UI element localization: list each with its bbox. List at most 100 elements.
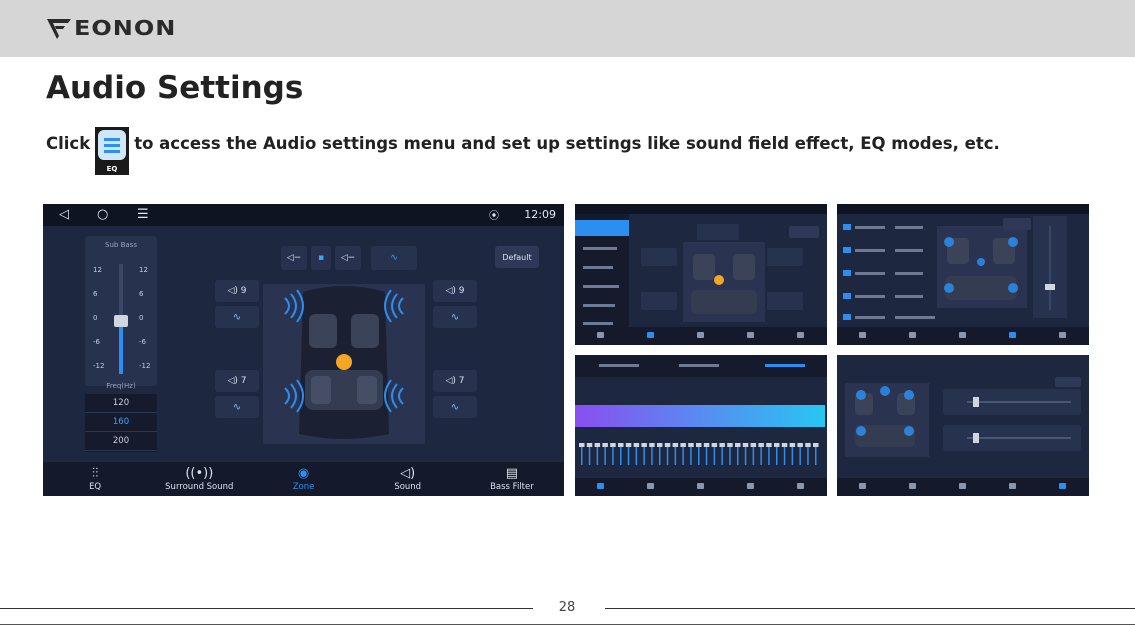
eq-band-knob[interactable] — [805, 443, 811, 447]
zone-top-controls: ◁− ▪ ◁− ∿ — [281, 246, 417, 270]
audio-nav-bar: ⫶⫶ EQ ((•)) Surround Sound ◉ Zone ◁) Sou… — [43, 462, 564, 496]
eq-band-knob[interactable] — [727, 443, 733, 447]
eq-band-knob[interactable] — [797, 443, 803, 447]
eq-band-knob[interactable] — [758, 443, 764, 447]
sub-bass-panel: Sub Bass 12 6 0 -6 -12 12 6 0 -6 -12 — [85, 236, 157, 386]
curve-icon[interactable]: ∿ — [371, 246, 417, 270]
eq-band-knob[interactable] — [633, 443, 640, 447]
thumb-nav-bar — [837, 327, 1089, 345]
listening-position-dot[interactable] — [336, 354, 352, 370]
wave-icon[interactable]: ∿ — [215, 396, 259, 418]
brand-logo: EONON — [46, 14, 176, 42]
eq-band-knob[interactable] — [602, 443, 608, 447]
nav-item-eq[interactable]: ⫶⫶ EQ — [43, 462, 147, 496]
eq-band-knob[interactable] — [719, 443, 725, 447]
speaker-rr-value: 7 — [458, 376, 465, 386]
thumbnail-eq-settings — [575, 355, 827, 496]
eq-app-icon[interactable]: EQ — [95, 127, 130, 175]
nav-item-surround[interactable]: ((•)) Surround Sound — [147, 462, 251, 496]
freq-label: Freq(Hz) — [106, 382, 136, 390]
eq-band-knob[interactable] — [774, 443, 780, 447]
eq-band-knob[interactable] — [711, 443, 718, 447]
default-button[interactable]: Default — [495, 246, 539, 268]
nav-item-sound[interactable]: ◁) Sound — [356, 462, 460, 496]
eq-band-knob[interactable] — [664, 443, 671, 447]
speaker-rr-level[interactable]: ◁) 7 — [433, 370, 477, 392]
instruction-text: Click EQ to access the Audio settings me… — [46, 119, 1000, 175]
bluetooth-icon: ⦿ — [489, 211, 499, 222]
eq-band-knob[interactable] — [750, 443, 757, 447]
eq-band-knob[interactable] — [766, 443, 772, 447]
speaker-rear-left[interactable]: ◁) 7 ∿ — [215, 370, 259, 422]
eq-band-knob[interactable] — [586, 443, 593, 447]
speaker-fl-level[interactable]: ◁) 9 — [215, 280, 259, 302]
thumbnail-bass-filter — [837, 355, 1089, 496]
surround-thumb-content — [575, 214, 819, 327]
eq-band-knob[interactable] — [742, 443, 749, 447]
freq-option-selected[interactable]: 160 — [85, 413, 157, 432]
eq-band-knob[interactable] — [688, 443, 694, 447]
brand-name: EONON — [74, 16, 177, 40]
eq-band-knob[interactable] — [703, 443, 710, 447]
speaker-icon: ◁) — [227, 286, 241, 296]
eq-band-knob[interactable] — [781, 443, 788, 447]
thumb-nav-bar — [837, 478, 1089, 496]
eq-band-knob[interactable] — [657, 443, 663, 447]
freq-option[interactable]: 120 — [85, 394, 157, 413]
mute-toggle[interactable]: ▪ — [311, 246, 331, 270]
eq-band-knob[interactable] — [594, 443, 601, 447]
fader-knob[interactable] — [114, 315, 128, 328]
car-cabin-image[interactable] — [263, 284, 425, 444]
home-icon[interactable]: ○ — [97, 207, 108, 222]
equalizer-icon: ⫶⫶ — [91, 466, 99, 481]
nav-item-zone[interactable]: ◉ Zone — [251, 462, 355, 496]
eq-band-knob[interactable] — [579, 443, 585, 447]
eq-band-knob[interactable] — [618, 443, 624, 447]
speaker-front-right[interactable]: ◁) 9 ∿ — [433, 280, 477, 332]
eq-band-knob[interactable] — [789, 443, 796, 447]
scale-right-4: -12 — [139, 362, 151, 370]
thumbnail-surround-sound — [575, 204, 827, 345]
thumb-nav-bar — [575, 327, 827, 345]
freq-list[interactable]: 120 160 200 — [85, 394, 157, 452]
wave-icon[interactable]: ∿ — [433, 396, 477, 418]
footer-line-left — [0, 608, 533, 609]
zone-target-icon: ◉ — [297, 466, 310, 481]
bass-filter-thumb-content — [845, 377, 1081, 457]
speaker-icon: ◁) — [400, 466, 416, 481]
eq-band-knob[interactable] — [672, 443, 679, 447]
zone-settings-screen: ◁ ○ ☰ ⦿ 12:09 Sub Bass 12 6 0 -6 -12 12 … — [43, 204, 564, 496]
scale-left-4: -12 — [93, 362, 105, 370]
eq-band-knob[interactable] — [735, 443, 741, 447]
volume-minus-icon[interactable]: ◁− — [335, 246, 361, 270]
sound-thumb-content — [843, 216, 1067, 320]
nav-item-bass-filter[interactable]: ▤ Bass Filter — [460, 462, 564, 496]
eq-band-knob[interactable] — [813, 443, 819, 447]
scale-left-3: -6 — [93, 338, 100, 346]
eq-band-knob[interactable] — [649, 443, 655, 447]
freq-option[interactable]: 200 — [85, 432, 157, 451]
speaker-rl-value: 7 — [240, 376, 247, 386]
speaker-front-left[interactable]: ◁) 9 ∿ — [215, 280, 259, 332]
eq-band-knob[interactable] — [625, 443, 632, 447]
back-icon[interactable]: ◁ — [59, 207, 69, 222]
bass-filter-icon: ▤ — [505, 466, 519, 481]
scale-right-0: 12 — [139, 266, 148, 274]
speaker-icon: ◁) — [445, 286, 459, 296]
clock: 12:09 — [524, 208, 556, 221]
eq-band-knob[interactable] — [641, 443, 647, 447]
eq-band-sliders[interactable] — [579, 443, 819, 465]
wave-icon[interactable]: ∿ — [433, 306, 477, 328]
eq-band-knob[interactable] — [696, 443, 702, 447]
speaker-fr-level[interactable]: ◁) 9 — [433, 280, 477, 302]
nav-label: EQ — [89, 482, 102, 492]
volume-down-icon[interactable]: ◁− — [281, 246, 307, 270]
wave-icon[interactable]: ∿ — [215, 306, 259, 328]
eq-band-knob[interactable] — [680, 443, 686, 447]
menu-icon[interactable]: ☰ — [137, 207, 149, 222]
thumb-status-bar — [837, 204, 1089, 214]
speaker-rl-level[interactable]: ◁) 7 — [215, 370, 259, 392]
speaker-icon: ◁) — [227, 376, 241, 386]
eq-band-knob[interactable] — [610, 443, 616, 447]
speaker-rear-right[interactable]: ◁) 7 ∿ — [433, 370, 477, 422]
